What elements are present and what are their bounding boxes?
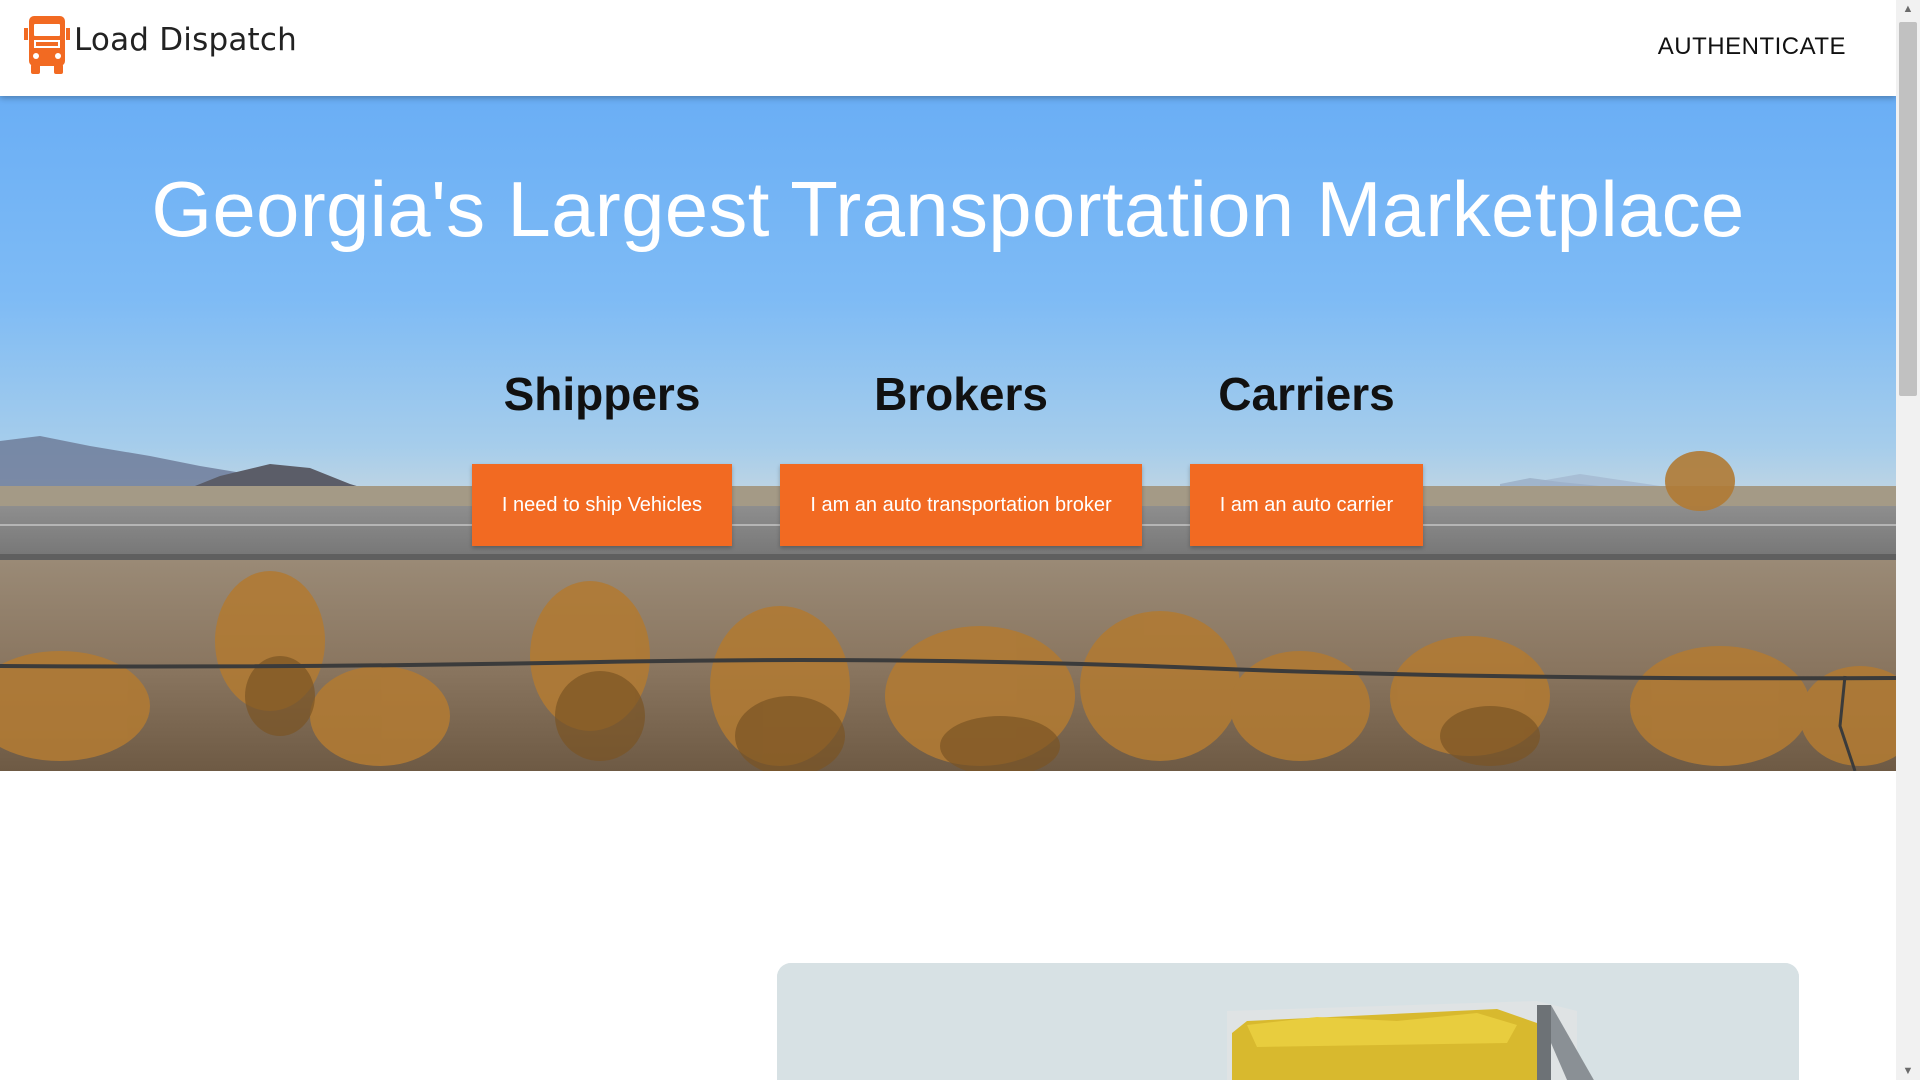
truck-icon[interactable] (24, 16, 70, 74)
scrollbar-thumb[interactable] (1899, 22, 1917, 396)
hero-title: Georgia's Largest Transportation Marketp… (151, 165, 1745, 253)
page: Load Dispatch AUTHENTICATE Georgia's Lar… (0, 0, 1896, 1080)
shippers-column: Shippers I need to ship Vehicles (472, 366, 732, 546)
carriers-column: Carriers I am an auto carrier (1190, 366, 1423, 546)
brokers-heading: Brokers (874, 368, 1048, 420)
truck-image (777, 963, 1799, 1080)
top-nav-bar: Load Dispatch AUTHENTICATE (0, 0, 1896, 96)
vertical-scrollbar[interactable]: ▲ ▼ (1896, 0, 1920, 1080)
carrier-button[interactable]: I am an auto carrier (1190, 464, 1423, 546)
brokers-column: Brokers I am an auto transportation brok… (780, 366, 1142, 546)
shippers-heading: Shippers (503, 368, 701, 420)
authenticate-link[interactable]: AUTHENTICATE (1658, 33, 1846, 61)
ship-vehicles-button[interactable]: I need to ship Vehicles (472, 464, 732, 546)
hero-section: Georgia's Largest Transportation Marketp… (0, 96, 1896, 771)
scroll-down-arrow-icon[interactable]: ▼ (1896, 1062, 1920, 1080)
brand-name[interactable]: Load Dispatch (74, 22, 297, 58)
scroll-up-arrow-icon[interactable]: ▲ (1896, 0, 1920, 18)
broker-button[interactable]: I am an auto transportation broker (780, 464, 1142, 546)
truck-image-card (777, 963, 1799, 1080)
carriers-heading: Carriers (1218, 368, 1395, 420)
